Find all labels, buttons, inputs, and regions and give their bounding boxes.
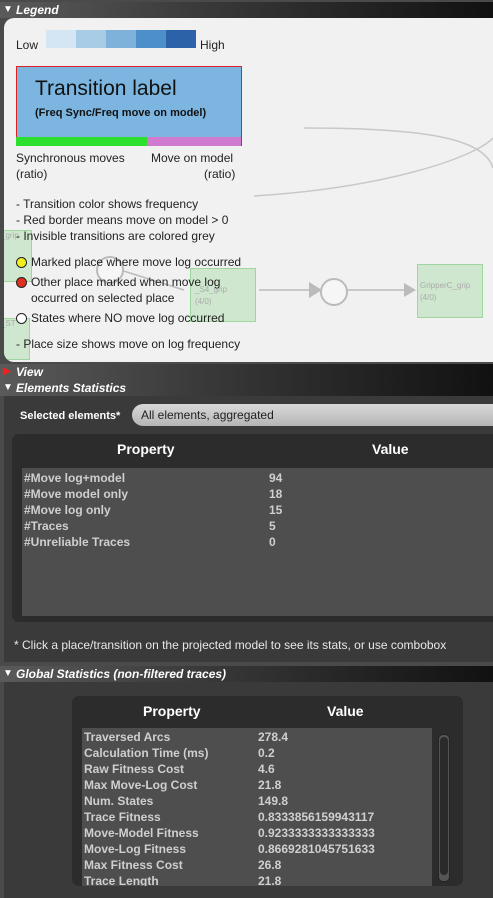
table-row-property: Move-Model Fitness (84, 826, 199, 840)
table-row-value: 0.2 (258, 746, 275, 760)
table-row-value: 149.8 (258, 794, 289, 808)
elements-header[interactable]: ▼ Elements Statistics (0, 380, 493, 396)
view-title: View (16, 365, 43, 379)
elements-title: Elements Statistics (16, 381, 127, 395)
place-size-text: - Place size shows move on log frequency (16, 337, 241, 351)
note-frequency: - Transition color shows frequency (16, 197, 199, 211)
vertical-scrollbar[interactable] (438, 734, 450, 882)
model-label: (4/0) (195, 297, 212, 306)
sync-moves-bar (16, 137, 147, 146)
selected-elements-combobox[interactable]: All elements, aggregated (132, 404, 493, 426)
global-panel: Property Value Traversed Arcs 278.4 Calc… (4, 682, 493, 898)
table-row-property: Raw Fitness Cost (84, 762, 185, 776)
view-header[interactable]: ▶ View (0, 364, 493, 380)
col-property: Property (143, 703, 201, 719)
table-row-property: Calculation Time (ms) (84, 746, 209, 760)
col-value: Value (327, 703, 364, 719)
high-label: High (200, 38, 225, 52)
yellow-dot-icon (16, 257, 27, 268)
table-row-value: 4.6 (258, 762, 275, 776)
transition-sublabel: (Freq Sync/Freq move on model) (35, 107, 207, 119)
sync-label: Synchronous moves (16, 151, 125, 165)
table-row-value: 0.9233333333333333 (258, 826, 375, 840)
table-row-property: Trace Fitness (84, 810, 161, 824)
scale-swatch-4 (136, 30, 166, 48)
table-row-value: 5 (269, 519, 276, 533)
table-row-value: 94 (269, 471, 283, 485)
table-row-property: Max Move-Log Cost (84, 778, 198, 792)
col-value: Value (372, 441, 409, 457)
global-table-body[interactable]: Traversed Arcs 278.4 Calculation Time (m… (82, 728, 432, 886)
table-row-property: #Unreliable Traces (24, 535, 131, 549)
other-place-text-2: occurred on selected place (31, 291, 175, 305)
table-row-value: 21.8 (258, 874, 282, 886)
elements-panel: Selected elements* All elements, aggrega… (4, 396, 493, 662)
sync-ratio: (ratio) (16, 167, 48, 181)
model-label: GripperC_grip (420, 281, 471, 290)
states-none-text: States where NO move log occurred (31, 311, 225, 325)
col-property: Property (117, 441, 175, 457)
model-label: _ST (4, 319, 16, 328)
table-row-value: 21.8 (258, 778, 282, 792)
table-row-property: Traversed Arcs (84, 730, 171, 744)
elements-table: Property Value #Move log+model 94 #Move … (12, 434, 493, 622)
marked-place-text: Marked place where move log occurred (31, 255, 242, 269)
model-label: (4/0) (420, 293, 437, 302)
scale-swatch-1 (46, 30, 76, 48)
global-title: Global Statistics (non-filtered traces) (16, 667, 227, 681)
table-row-property: #Move model only (24, 487, 129, 501)
table-row-property: #Traces (24, 519, 69, 533)
global-table: Property Value Traversed Arcs 278.4 Calc… (72, 696, 463, 886)
expand-triangle-icon[interactable]: ▶ (3, 364, 11, 380)
low-label: Low (16, 38, 39, 52)
scale-swatch-2 (76, 30, 106, 48)
global-header[interactable]: ▼ Global Statistics (non-filtered traces… (0, 666, 493, 682)
move-on-model-bar (147, 137, 241, 146)
table-row-property: Num. States (84, 794, 154, 808)
table-row-value: 278.4 (258, 730, 289, 744)
table-row-value: 0.8669281045751633 (258, 842, 375, 856)
table-row-value: 0 (269, 535, 276, 549)
table-row-property: Trace Length (84, 874, 159, 886)
model-place-circle (320, 278, 348, 306)
table-row-value: 0.8333856159943117 (258, 810, 375, 824)
table-row-property: #Move log+model (24, 471, 126, 485)
table-row-property: Max Fitness Cost (84, 858, 183, 872)
elements-table-body[interactable]: #Move log+model 94 #Move model only 18 #… (22, 468, 493, 616)
transition-label: Transition label (35, 77, 177, 100)
note-red-border: - Red border means move on model > 0 (16, 213, 229, 227)
legend-panel: _grip _S4_grip (4/0) GripperC_grip (4/0)… (4, 18, 493, 362)
note-invisible: - Invisible transitions are colored grey (16, 229, 215, 243)
legend-header[interactable]: ▼ Legend (0, 2, 493, 18)
table-row-value: 26.8 (258, 858, 282, 872)
collapse-triangle-icon[interactable]: ▼ (3, 666, 13, 682)
collapse-triangle-icon[interactable]: ▼ (3, 380, 13, 396)
scrollbar-thumb[interactable] (440, 737, 448, 875)
table-row-property: Move-Log Fitness (84, 842, 187, 856)
transition-example-box: Transition label (Freq Sync/Freq move on… (16, 66, 242, 146)
table-row-property: #Move log only (24, 503, 111, 517)
white-dot-icon (16, 313, 27, 324)
scale-swatch-3 (106, 30, 136, 48)
legend-title: Legend (16, 3, 59, 17)
model-label: Move on model (151, 151, 234, 165)
scale-swatch-5 (166, 30, 196, 48)
selected-elements-label: Selected elements* (20, 410, 121, 422)
model-ratio: (ratio) (204, 167, 236, 181)
other-place-text-1: Other place marked when move log (31, 275, 221, 289)
model-transition-box: GripperC_grip (4/0) (417, 264, 483, 318)
collapse-triangle-icon[interactable]: ▼ (3, 2, 13, 18)
table-row-value: 15 (269, 503, 283, 517)
red-dot-icon (16, 277, 27, 288)
elements-note: * Click a place/transition on the projec… (14, 638, 447, 652)
table-row-value: 18 (269, 487, 283, 501)
